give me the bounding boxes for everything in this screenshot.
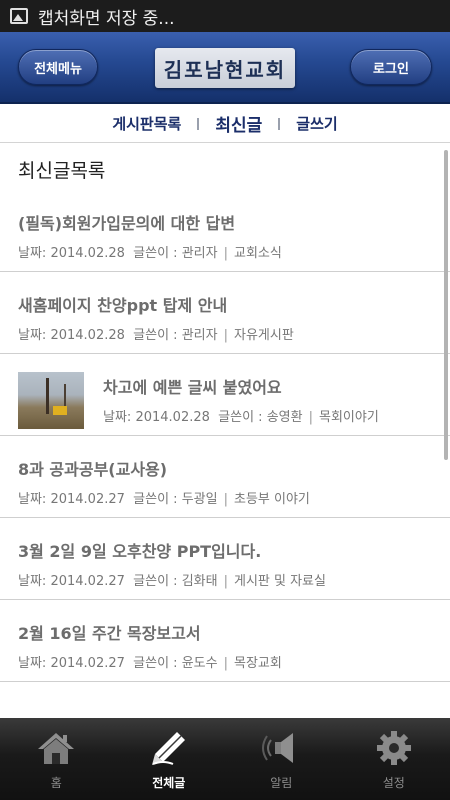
post-title: (필독)회원가입문의에 대한 답변	[18, 214, 236, 233]
meta-divider: |	[308, 410, 313, 425]
status-text: 캡처화면 저장 중...	[38, 8, 175, 29]
image-icon	[10, 8, 28, 24]
bottom-tab-bar: 홈 전체글 알림 설정	[0, 718, 450, 800]
post-title: 2월 16일 주간 목장보고서	[18, 624, 201, 643]
post-author: 관리자	[181, 328, 218, 343]
author-label: 글쓴이 :	[133, 246, 178, 261]
post-date: 2014.02.28	[50, 328, 125, 343]
post-board: 게시판 및 자료실	[233, 574, 326, 589]
post-author: 두광일	[181, 492, 218, 507]
post-meta: 날짜: 2014.02.28 글쓴이 : 관리자 | 교회소식	[18, 242, 432, 261]
tab-divider	[197, 117, 200, 130]
tab-home-label: 홈	[50, 776, 62, 790]
post-thumbnail	[18, 372, 84, 429]
author-label: 글쓴이 :	[133, 656, 178, 671]
post-date: 2014.02.27	[50, 656, 125, 671]
post-meta: 날짜: 2014.02.28 글쓴이 : 송영환 | 목회이야기	[103, 406, 432, 425]
tab-notifications-label: 알림	[270, 776, 293, 790]
home-icon	[38, 733, 75, 764]
author-label: 글쓴이 :	[218, 410, 263, 425]
author-label: 글쓴이 :	[133, 574, 178, 589]
date-label: 날짜:	[103, 410, 132, 425]
list-item[interactable]: 차고에 예쁜 글씨 붙였어요 날짜: 2014.02.28 글쓴이 : 송영환 |…	[0, 354, 450, 436]
post-title: 8과 공과공부(교사용)	[18, 460, 168, 479]
post-meta: 날짜: 2014.02.28 글쓴이 : 관리자 | 자유게시판	[18, 324, 432, 343]
list-item[interactable]: 새홈페이지 찬양ppt 탑제 안내 날짜: 2014.02.28 글쓴이 : 관…	[0, 272, 450, 354]
post-meta: 날짜: 2014.02.27 글쓴이 : 두광일 | 초등부 이야기	[18, 488, 432, 507]
speaker-icon	[262, 733, 294, 763]
date-label: 날짜:	[18, 492, 47, 507]
post-date: 2014.02.27	[50, 492, 125, 507]
date-label: 날짜:	[18, 574, 47, 589]
list-item[interactable]: (필독)회원가입문의에 대한 답변 날짜: 2014.02.28 글쓴이 : 관…	[0, 190, 450, 272]
latest-posts-list[interactable]: 최신글목록 (필독)회원가입문의에 대한 답변 날짜: 2014.02.28 글…	[0, 144, 450, 718]
tab-board-list[interactable]: 게시판목록	[112, 113, 181, 134]
church-logo-title[interactable]: 김포남현교회	[155, 48, 295, 88]
post-board: 자유게시판	[233, 328, 294, 343]
author-label: 글쓴이 :	[133, 328, 178, 343]
list-item[interactable]: 2월 16일 주간 목장보고서 날짜: 2014.02.27 글쓴이 : 윤도수…	[0, 600, 450, 682]
meta-divider: |	[223, 492, 228, 507]
post-title: 3월 2일 9일 오후찬양 PPT입니다.	[18, 542, 262, 561]
tab-home[interactable]: 홈	[0, 718, 113, 800]
post-meta: 날짜: 2014.02.27 글쓴이 : 윤도수 | 목장교회	[18, 652, 432, 671]
post-date: 2014.02.28	[50, 246, 125, 261]
scrollbar[interactable]	[444, 150, 448, 460]
tab-notifications[interactable]: 알림	[225, 718, 338, 800]
author-label: 글쓴이 :	[133, 492, 178, 507]
post-title: 새홈페이지 찬양ppt 탑제 안내	[18, 296, 228, 315]
tab-settings-label: 설정	[382, 776, 405, 790]
tab-write[interactable]: 글쓰기	[296, 113, 337, 134]
meta-divider: |	[223, 656, 228, 671]
post-author: 윤도수	[181, 656, 218, 671]
tab-divider	[278, 117, 281, 130]
date-label: 날짜:	[18, 328, 47, 343]
meta-divider: |	[223, 328, 228, 343]
post-date: 2014.02.27	[50, 574, 125, 589]
post-author: 송영환	[266, 410, 303, 425]
post-meta: 날짜: 2014.02.27 글쓴이 : 김화태 | 게시판 및 자료실	[18, 570, 432, 589]
all-menu-button[interactable]: 전체메뉴	[18, 49, 98, 85]
thumb-tree	[46, 378, 49, 414]
post-board: 초등부 이야기	[233, 492, 310, 507]
date-label: 날짜:	[18, 656, 47, 671]
status-bar: 캡처화면 저장 중...	[0, 0, 450, 32]
gear-icon	[376, 731, 411, 765]
thumb-sign	[53, 406, 67, 415]
date-label: 날짜:	[18, 246, 47, 261]
pencil-icon	[151, 732, 185, 765]
tab-settings[interactable]: 설정	[338, 718, 450, 800]
post-board: 교회소식	[233, 246, 282, 261]
tab-all-posts[interactable]: 전체글	[113, 718, 226, 800]
meta-divider: |	[223, 574, 228, 589]
list-item[interactable]: 8과 공과공부(교사용) 날짜: 2014.02.27 글쓴이 : 두광일 | 초등…	[0, 436, 450, 518]
post-title: 차고에 예쁜 글씨 붙였어요	[103, 378, 282, 397]
post-board: 목장교회	[233, 656, 282, 671]
app-header: 전체메뉴 김포남현교회 로그인	[0, 32, 450, 104]
post-author: 관리자	[181, 246, 218, 261]
tab-all-posts-label: 전체글	[152, 776, 186, 790]
section-title: 최신글목록	[18, 160, 106, 182]
list-item[interactable]: 3월 2일 9일 오후찬양 PPT입니다. 날짜: 2014.02.27 글쓴이…	[0, 518, 450, 600]
meta-divider: |	[223, 246, 228, 261]
post-date: 2014.02.28	[135, 410, 210, 425]
login-button[interactable]: 로그인	[350, 49, 432, 85]
post-board: 목회이야기	[318, 410, 379, 425]
post-author: 김화태	[181, 574, 218, 589]
board-nav: 게시판목록 최신글 글쓰기	[0, 105, 450, 143]
tab-latest[interactable]: 최신글	[215, 111, 262, 136]
